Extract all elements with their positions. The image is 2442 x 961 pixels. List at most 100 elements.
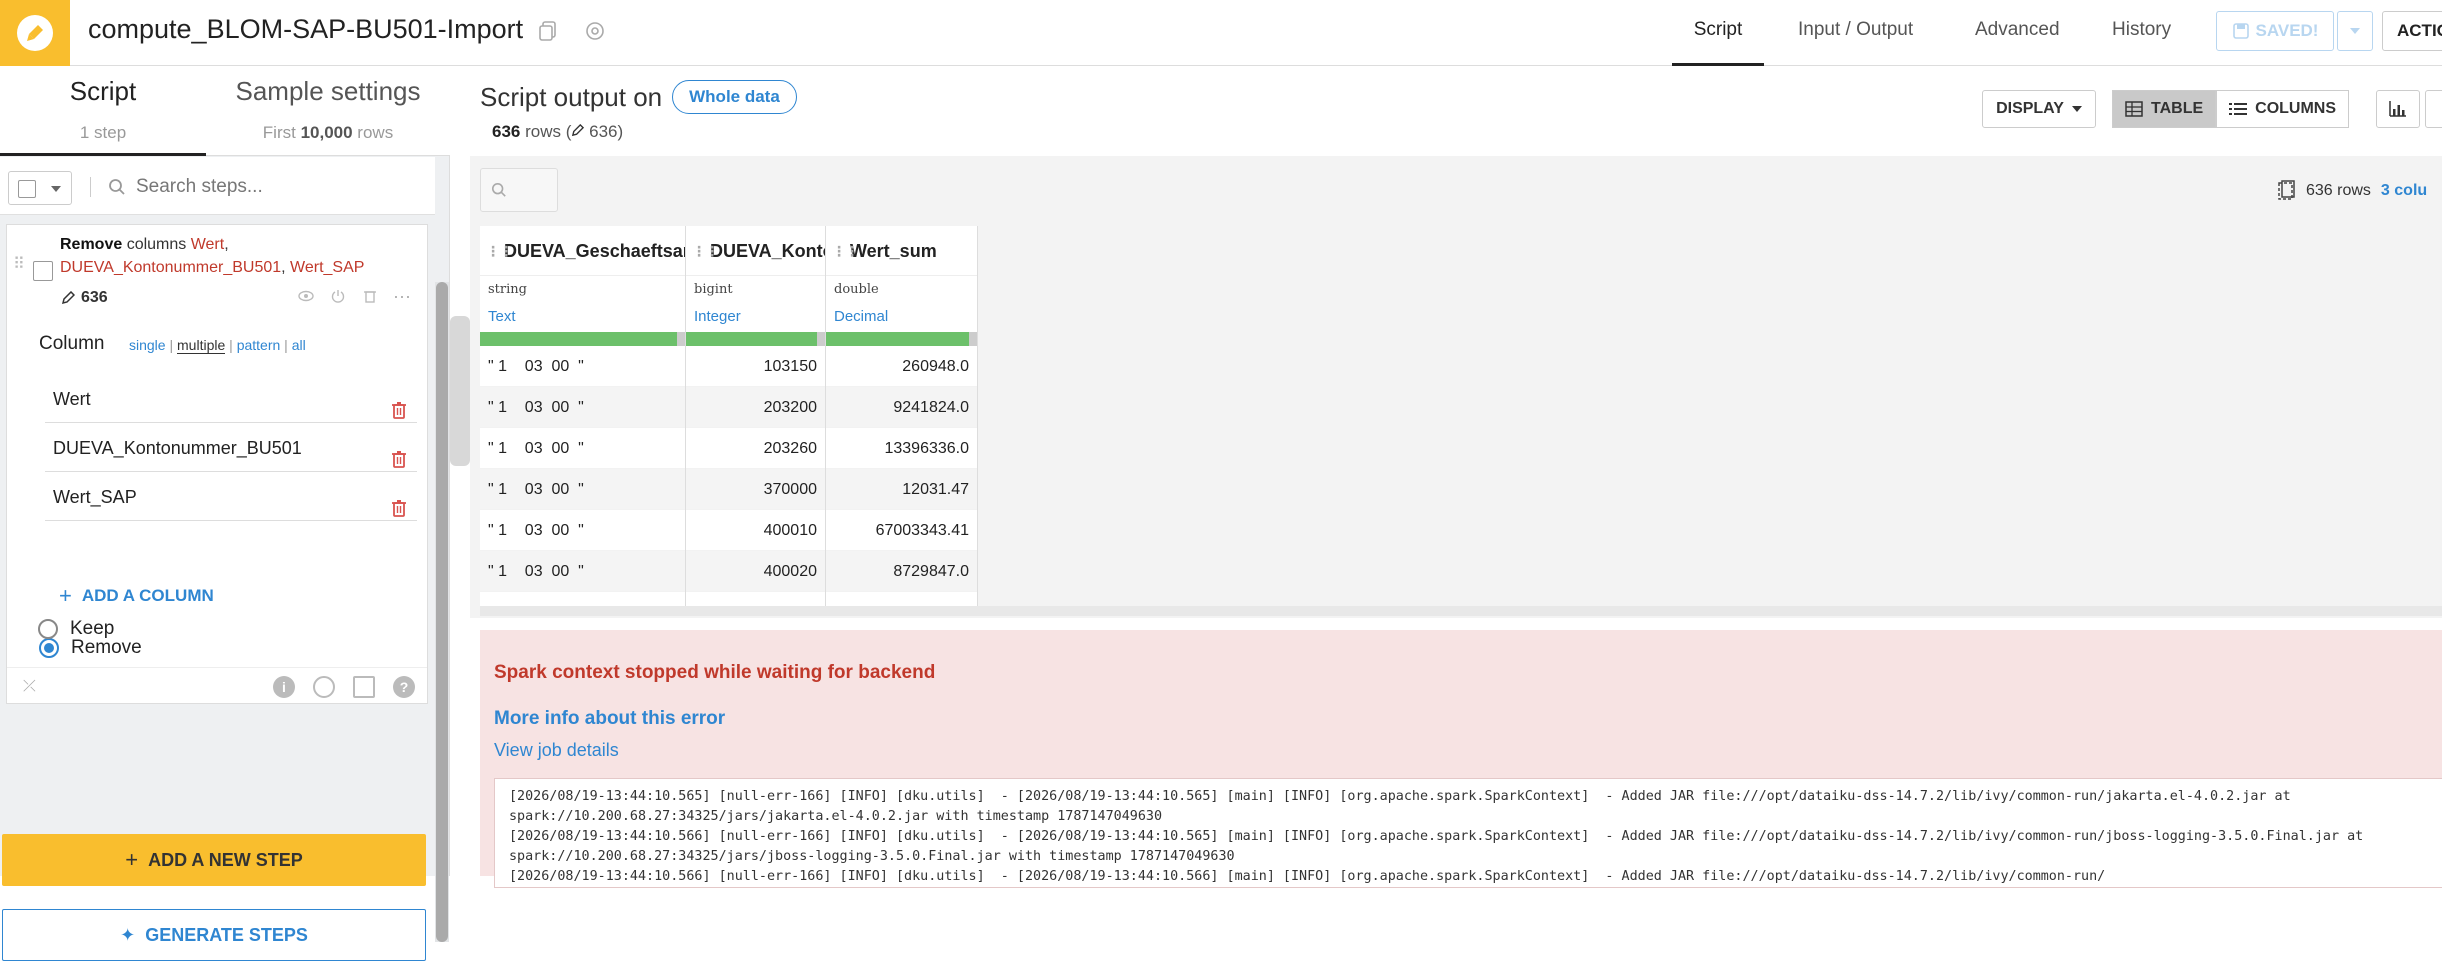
power-icon[interactable] (329, 287, 347, 305)
radio-remove[interactable] (39, 638, 59, 658)
table-cell[interactable]: 9241824.0 (826, 387, 977, 428)
settings-icon[interactable] (584, 20, 606, 42)
column-entry[interactable]: Wert_SAP (45, 473, 417, 521)
tab-input-output[interactable]: Input / Output (1798, 0, 1913, 66)
sample-icon[interactable] (2276, 180, 2296, 202)
column-header[interactable]: ⋮⋮ Wert_sum (826, 226, 977, 276)
table-cell[interactable]: 400010 (686, 510, 825, 551)
column-entry[interactable]: DUEVA_Kontonummer_BU501 (45, 424, 417, 472)
info-icon[interactable]: i (273, 676, 295, 698)
table-icon (2125, 101, 2143, 117)
more-info-link[interactable]: More info about this error (494, 708, 725, 730)
select-all-dropdown[interactable] (8, 171, 72, 205)
tab-sample-settings[interactable]: Sample settings First 10,000 rows (206, 66, 450, 156)
palette-icon[interactable] (313, 676, 335, 698)
table-cell[interactable]: " 1 03 00 " (480, 428, 685, 469)
grid-search-input[interactable] (480, 168, 558, 212)
eye-icon[interactable] (297, 287, 315, 305)
table-cell[interactable]: 370000 (686, 469, 825, 510)
display-dropdown[interactable]: DISPLAY (1982, 90, 2096, 128)
drag-icon[interactable]: ⋮⋮ (486, 226, 513, 275)
table-cell[interactable]: 103150 (686, 346, 825, 387)
drag-icon[interactable]: ⋮⋮ (692, 226, 719, 275)
trash-icon[interactable] (361, 287, 379, 305)
tab-sub: 1 step (79, 123, 127, 142)
select-all-checkbox[interactable] (18, 180, 36, 198)
save-button[interactable]: SAVED! (2216, 11, 2334, 51)
left-scrollbar[interactable] (435, 282, 449, 942)
table-cell[interactable]: " 1 03 00 " (480, 387, 685, 428)
pencil-icon (572, 123, 585, 137)
help-icon[interactable]: ? (393, 676, 415, 698)
scroll-thumb[interactable] (436, 282, 448, 942)
step-checkbox[interactable] (33, 261, 53, 281)
meaning-link[interactable]: Text (480, 304, 685, 332)
error-log[interactable]: [2026/08/19-13:44:10.565] [null-err-166]… (494, 778, 2442, 888)
tab-script[interactable]: Script (1672, 0, 1764, 66)
panel-resize-handle[interactable] (450, 316, 470, 466)
generate-steps-button[interactable]: ✦ GENERATE STEPS (2, 909, 426, 961)
save-options-button[interactable] (2337, 11, 2373, 51)
chevron-down-icon (51, 186, 61, 192)
copy-icon[interactable] (353, 676, 375, 698)
step-card-footer: ⤫ i ? (7, 667, 427, 703)
step-actions: ··· (297, 287, 411, 305)
storage-type: bigint (694, 282, 733, 297)
recipe-title[interactable]: compute_BLOM-SAP-BU501-Import (88, 14, 523, 45)
mode-single[interactable]: single (129, 337, 166, 353)
search-icon (491, 182, 506, 197)
drag-handle-icon[interactable]: ⠿ (13, 257, 26, 273)
option-keep[interactable]: Keep (38, 618, 114, 640)
add-new-step-button[interactable]: + ADD A NEW STEP (2, 834, 426, 886)
add-column-button[interactable]: + ADD A COLUMN (59, 583, 214, 609)
mode-all[interactable]: all (292, 337, 306, 353)
table-cell[interactable]: 203260 (686, 428, 825, 469)
column-header[interactable]: ⋮⋮DUEVA_Geschaeftsangaben (480, 226, 685, 276)
table-cell[interactable]: 8729847.0 (826, 551, 977, 592)
table-cell[interactable]: " 1 03 00 " (480, 346, 685, 387)
steps-toolbar: Search steps... (0, 157, 435, 215)
meaning-link[interactable]: Integer (686, 304, 825, 332)
copy-icon[interactable] (538, 20, 560, 42)
scope-selector[interactable]: Whole data (672, 80, 797, 114)
table-cell[interactable]: " 1 03 00 " (480, 510, 685, 551)
tab-advanced[interactable]: Advanced (1975, 0, 2060, 66)
meaning-link[interactable]: Decimal (826, 304, 977, 332)
radio-keep[interactable] (38, 619, 58, 639)
brush-icon (17, 15, 53, 51)
column-header[interactable]: ⋮⋮DUEVA_Kontonu… (686, 226, 825, 276)
table-cell[interactable]: 13396336.0 (826, 428, 977, 469)
divider (90, 177, 91, 197)
actions-button[interactable]: ACTIO (2382, 11, 2442, 51)
table-cell[interactable]: 203200 (686, 387, 825, 428)
magic-wand-icon[interactable]: ⤫ (23, 678, 36, 696)
mode-pattern[interactable]: pattern (237, 337, 281, 353)
view-job-details-link[interactable]: View job details (494, 740, 619, 761)
recipe-logo[interactable] (0, 0, 70, 66)
mode-multiple[interactable]: multiple (177, 337, 226, 354)
table-cell[interactable]: " 1 03 00 " (480, 551, 685, 592)
drag-icon[interactable]: ⋮⋮ (832, 226, 859, 275)
more-icon[interactable]: ··· (393, 287, 411, 305)
more-view-button[interactable] (2425, 90, 2442, 128)
tab-history[interactable]: History (2112, 0, 2171, 66)
table-cell[interactable]: 12031.47 (826, 469, 977, 510)
table-cell[interactable]: 400020 (686, 551, 825, 592)
option-remove[interactable]: Remove (39, 637, 142, 659)
table-view-button[interactable]: TABLE (2112, 90, 2217, 128)
column-entry[interactable]: Wert (45, 375, 417, 423)
trash-icon[interactable] (391, 487, 407, 535)
table-cell[interactable]: 260948.0 (826, 346, 977, 387)
data-grid-area: 636 rows 3 colu ⋮⋮DUEVA_Geschaeftsangabe… (470, 156, 2442, 618)
horizontal-scrollbar[interactable] (480, 606, 2442, 616)
table-cell[interactable]: 67003343.41 (826, 510, 977, 551)
tab-script-steps[interactable]: Script 1 step (0, 66, 206, 156)
storage-type: string (488, 282, 527, 297)
charts-button[interactable] (2376, 90, 2420, 128)
list-icon (2229, 103, 2248, 115)
top-bar: compute_BLOM-SAP-BU501-Import Script Inp… (0, 0, 2442, 66)
search-steps-input[interactable]: Search steps... (108, 170, 418, 204)
table-cell[interactable]: " 1 03 00 " (480, 469, 685, 510)
columns-view-button[interactable]: COLUMNS (2216, 90, 2350, 128)
step-row-count: 636 (61, 289, 108, 307)
